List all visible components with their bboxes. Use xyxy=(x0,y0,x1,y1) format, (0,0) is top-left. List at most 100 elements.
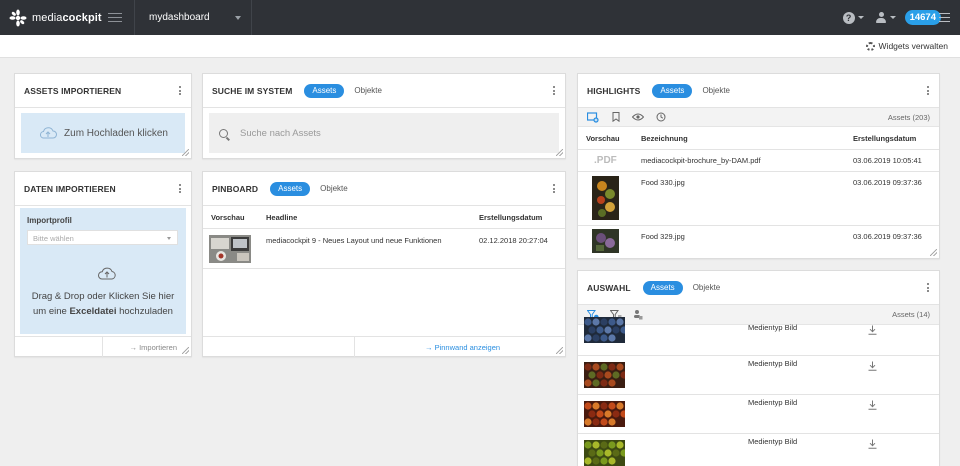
more-options-icon[interactable] xyxy=(927,283,930,294)
show-pinboard-button[interactable]: → Pinnwand anzeigen xyxy=(425,343,500,352)
column-header[interactable]: Vorschau xyxy=(211,213,245,222)
table-row[interactable]: .PDF mediacockpit-brochure_by-DAM.pdf 03… xyxy=(578,150,939,172)
search-widget: SUCHE IM SYSTEM Assets Objekte Suche nac… xyxy=(202,73,566,159)
widget-title: SUCHE IM SYSTEM xyxy=(212,85,293,96)
more-options-icon[interactable] xyxy=(927,86,930,97)
resize-handle[interactable] xyxy=(182,347,189,354)
drop-text-line1: Drag & Drop oder Klicken Sie hier xyxy=(31,291,175,302)
column-header[interactable]: Vorschau xyxy=(586,134,620,143)
dashboard-dropdown-icon[interactable] xyxy=(234,15,241,20)
more-options-icon[interactable] xyxy=(179,184,182,195)
more-options-icon[interactable] xyxy=(179,86,182,97)
help-dropdown-icon[interactable] xyxy=(857,16,864,19)
selection-row[interactable]: Medientyp Bild xyxy=(578,356,939,395)
download-icon[interactable] xyxy=(868,439,877,449)
selection-row[interactable]: Medientyp Bild xyxy=(578,395,939,434)
manage-widgets-label: Widgets verwalten xyxy=(878,41,948,51)
notification-badge[interactable]: 14674 xyxy=(904,10,941,25)
tab-objects[interactable]: Objekte xyxy=(354,86,382,95)
mediacockpit-logo[interactable]: mediacockpit xyxy=(9,9,104,27)
tab-objects[interactable]: Objekte xyxy=(693,283,721,292)
widget-title: ASSETS IMPORTIEREN xyxy=(24,85,122,96)
asset-name[interactable]: mediacockpit-brochure_by-DAM.pdf xyxy=(641,156,761,165)
widget-title: PINBOARD xyxy=(212,183,259,194)
table-row[interactable]: Food 330.jpg 03.06.2019 09:37:36 xyxy=(578,172,939,226)
search-input[interactable]: Suche nach Assets xyxy=(209,113,559,153)
dashboard-name[interactable]: mydashboard xyxy=(149,12,210,23)
tab-assets[interactable]: Assets xyxy=(652,83,693,98)
more-options-icon[interactable] xyxy=(553,86,556,97)
widget-header: PINBOARD Assets Objekte xyxy=(203,172,565,206)
top-navigation-bar: mediacockpit mydashboard ? 14674 xyxy=(0,0,960,35)
user-stack-icon[interactable] xyxy=(633,309,643,320)
table-header: Vorschau Headline Erstellungsdatum xyxy=(203,206,565,229)
drop-instructions: Drag & Drop oder Klicken Sie hier um ein… xyxy=(20,289,186,319)
asset-count: Assets (203) xyxy=(887,113,930,122)
selection-row[interactable]: Medientyp Bild xyxy=(578,317,939,356)
download-icon[interactable] xyxy=(868,361,877,371)
asset-date: 03.06.2019 09:37:36 xyxy=(853,178,922,187)
add-to-collection-icon[interactable] xyxy=(587,112,599,123)
drop-text-pre: um eine xyxy=(33,306,70,317)
column-header[interactable]: Erstellungsdatum xyxy=(479,213,542,222)
tab-objects[interactable]: Objekte xyxy=(320,184,348,193)
widget-footer: → Pinnwand anzeigen xyxy=(203,336,565,357)
asset-name[interactable]: Food 329.jpg xyxy=(641,232,685,241)
eye-icon[interactable] xyxy=(632,113,644,121)
more-options-icon[interactable] xyxy=(553,184,556,195)
widget-title: AUSWAHL xyxy=(587,282,631,293)
selection-row[interactable]: Medientyp Bild xyxy=(578,434,939,466)
logo-flower-icon xyxy=(9,9,27,26)
widget-header: SUCHE IM SYSTEM Assets Objekte xyxy=(203,74,565,108)
media-type-label: Medientyp Bild xyxy=(748,437,798,446)
tab-assets[interactable]: Assets xyxy=(304,83,345,98)
bookmark-icon[interactable] xyxy=(612,112,620,122)
resize-handle[interactable] xyxy=(930,249,937,256)
media-type-label: Medientyp Bild xyxy=(748,359,798,368)
column-header[interactable]: Erstellungsdatum xyxy=(853,134,916,143)
upload-area[interactable]: Zum Hochladen klicken xyxy=(21,113,185,153)
pinboard-headline[interactable]: mediacockpit 9 - Neues Layout und neue F… xyxy=(266,236,442,245)
main-menu-icon[interactable] xyxy=(108,10,122,25)
asset-thumbnail xyxy=(592,229,619,253)
resize-handle[interactable] xyxy=(556,149,563,156)
resize-handle[interactable] xyxy=(556,347,563,354)
pdf-file-icon: .PDF xyxy=(594,155,617,166)
column-header[interactable]: Headline xyxy=(266,213,297,222)
user-dropdown-icon[interactable] xyxy=(889,16,896,19)
asset-thumbnail xyxy=(584,440,625,466)
asset-thumbnail xyxy=(584,317,625,343)
gear-icon xyxy=(865,41,875,51)
widget-header: AUSWAHL Assets Objekte xyxy=(578,271,939,305)
asset-date: 03.06.2019 10:05:41 xyxy=(853,156,922,165)
logo-text-media: media xyxy=(32,11,63,24)
import-profile-select[interactable]: Bitte wählen xyxy=(27,230,178,245)
tab-objects[interactable]: Objekte xyxy=(702,86,730,95)
selection-list: Medientyp Bild Medientyp Bild Medientyp Bi… xyxy=(578,317,939,466)
asset-name[interactable]: Food 330.jpg xyxy=(641,178,685,187)
asset-thumbnail xyxy=(584,362,625,388)
download-icon[interactable] xyxy=(868,400,877,410)
help-icon[interactable]: ? xyxy=(842,11,855,24)
excel-drop-area[interactable]: Importprofil Bitte wählen Drag & Drop od… xyxy=(20,208,186,334)
history-icon[interactable] xyxy=(656,112,666,122)
selection-toolbar: Assets (14) xyxy=(578,305,939,325)
tab-assets[interactable]: Assets xyxy=(270,181,311,196)
divider xyxy=(250,0,252,35)
column-header[interactable]: Bezeichnung xyxy=(641,134,688,143)
import-profile-label: Importprofil xyxy=(27,216,72,225)
manage-widgets-button[interactable]: Widgets verwalten xyxy=(865,41,948,51)
import-button[interactable]: → Importieren xyxy=(129,343,177,352)
user-icon[interactable] xyxy=(876,11,887,24)
tab-assets[interactable]: Assets xyxy=(642,280,683,295)
table-row[interactable]: Food 329.jpg 03.06.2019 09:37:36 xyxy=(578,226,939,256)
table-row[interactable]: mediacockpit 9 - Neues Layout und neue F… xyxy=(203,229,565,269)
dashboard-subbar: Widgets verwalten xyxy=(0,35,960,58)
badge-menu-icon[interactable] xyxy=(939,11,950,25)
logo-text-cockpit: cockpit xyxy=(62,11,102,24)
download-icon[interactable] xyxy=(868,325,877,335)
data-import-widget: DATEN IMPORTIEREN Importprofil Bitte wäh… xyxy=(14,171,192,357)
resize-handle[interactable] xyxy=(182,149,189,156)
widget-header: HIGHLIGHTS Assets Objekte xyxy=(578,74,939,108)
pinboard-thumbnail xyxy=(209,235,251,263)
